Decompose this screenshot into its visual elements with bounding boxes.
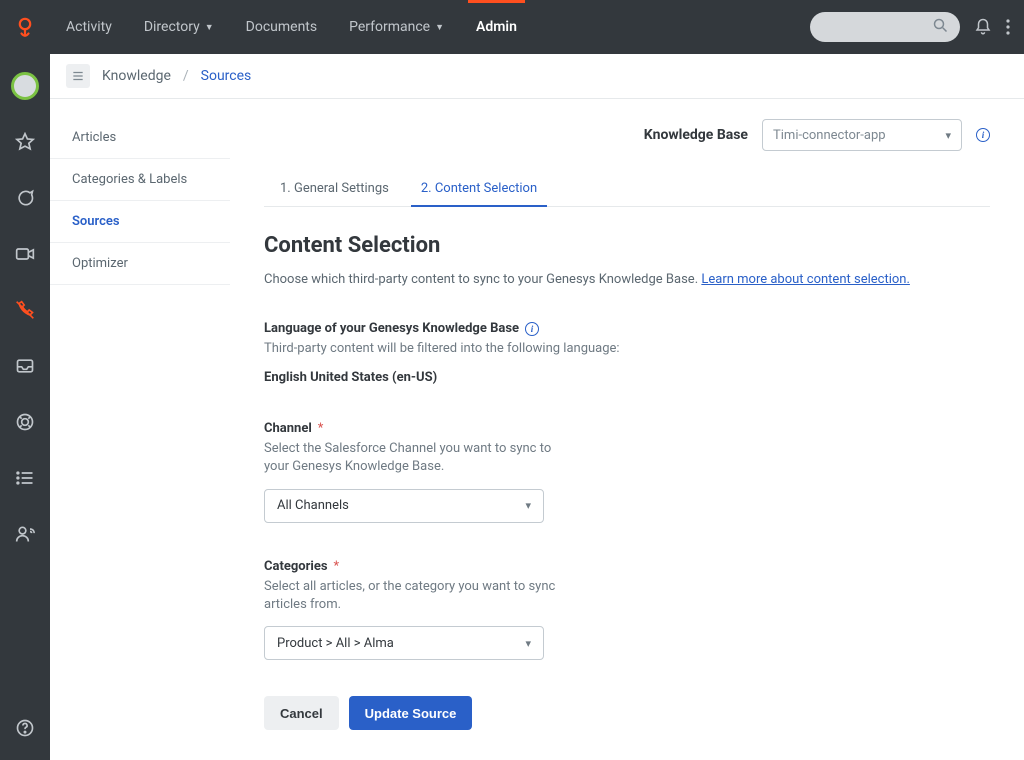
user-avatar[interactable]: [11, 72, 39, 100]
kb-selector-row: Knowledge Base Timi-connector-app ▾ i: [264, 119, 990, 151]
info-icon[interactable]: i: [525, 322, 539, 336]
info-icon[interactable]: i: [976, 128, 990, 142]
cancel-button[interactable]: Cancel: [264, 696, 339, 730]
update-source-button[interactable]: Update Source: [349, 696, 473, 730]
innernav-sources[interactable]: Sources: [50, 201, 230, 243]
topnav-label: Directory: [144, 19, 200, 35]
caret-down-icon: ▼: [205, 22, 214, 33]
rail-inbox-icon[interactable]: [15, 352, 35, 380]
page-description-text: Choose which third-party content to sync…: [264, 272, 701, 287]
page-title: Content Selection: [264, 233, 990, 258]
caret-down-icon: ▼: [435, 22, 444, 33]
subnav-toggle-icon[interactable]: [66, 64, 90, 88]
more-vertical-icon[interactable]: [1006, 19, 1010, 35]
global-search[interactable]: [810, 12, 960, 42]
topnav-label: Documents: [246, 19, 317, 35]
brand-logo-icon[interactable]: [0, 16, 50, 38]
action-buttons: Cancel Update Source: [264, 696, 990, 730]
categories-label: Categories: [264, 559, 328, 574]
categories-select[interactable]: Product > All > Alma ▾: [264, 626, 544, 660]
wizard-tabs: 1. General Settings 2. Content Selection: [264, 171, 990, 207]
topnav-label: Performance: [349, 19, 430, 35]
learn-more-link[interactable]: Learn more about content selection.: [701, 272, 910, 287]
language-help: Third-party content will be filtered int…: [264, 340, 764, 358]
topnav-label: Activity: [66, 19, 112, 35]
rail-lifebuoy-icon[interactable]: [15, 408, 35, 436]
topnav-activity[interactable]: Activity: [50, 0, 128, 54]
innernav-optimizer[interactable]: Optimizer: [50, 243, 230, 285]
topnav-performance[interactable]: Performance ▼: [333, 0, 460, 54]
tab-general-settings[interactable]: 1. General Settings: [278, 171, 391, 206]
channel-select-value: All Channels: [277, 498, 349, 513]
innernav-label: Sources: [72, 214, 120, 229]
kb-label: Knowledge Base: [644, 127, 748, 143]
breadcrumb-root[interactable]: Knowledge: [102, 68, 171, 84]
inner-nav: Articles Categories & Labels Sources Opt…: [50, 99, 230, 760]
chevron-down-icon: ▾: [525, 637, 531, 650]
innernav-label: Optimizer: [72, 256, 128, 271]
breadcrumb-separator: /: [183, 68, 189, 84]
search-icon: [933, 18, 948, 37]
innernav-label: Categories & Labels: [72, 172, 187, 187]
channel-help: Select the Salesforce Channel you want t…: [264, 440, 564, 476]
kb-select[interactable]: Timi-connector-app ▾: [762, 119, 962, 151]
topnav-directory[interactable]: Directory ▼: [128, 0, 230, 54]
tab-content-selection[interactable]: 2. Content Selection: [419, 171, 539, 206]
chevron-down-icon: ▾: [525, 499, 531, 512]
innernav-label: Articles: [72, 130, 116, 145]
topbar-right: [810, 12, 1024, 42]
tab-label: 1. General Settings: [280, 181, 389, 196]
innernav-categories-labels[interactable]: Categories & Labels: [50, 159, 230, 201]
topbar: Activity Directory ▼ Documents Performan…: [0, 0, 1024, 54]
tab-label: 2. Content Selection: [421, 181, 537, 196]
breadcrumb-bar: Knowledge / Sources: [50, 54, 1024, 99]
channel-label: Channel: [264, 421, 312, 436]
categories-field: Categories * Select all articles, or the…: [264, 559, 564, 660]
topnav: Activity Directory ▼ Documents Performan…: [50, 0, 533, 54]
side-rail: [0, 54, 50, 760]
required-marker: *: [318, 421, 324, 436]
topnav-label: Admin: [476, 19, 517, 35]
language-field: Language of your Genesys Knowledge Base …: [264, 321, 764, 385]
language-value: English United States (en-US): [264, 370, 764, 385]
innernav-articles[interactable]: Articles: [50, 117, 230, 159]
rail-video-icon[interactable]: [15, 240, 35, 268]
page-description: Choose which third-party content to sync…: [264, 272, 990, 287]
rail-favorites-icon[interactable]: [15, 128, 35, 156]
notifications-icon[interactable]: [974, 18, 992, 36]
channel-select[interactable]: All Channels ▾: [264, 489, 544, 523]
breadcrumb-current: Sources: [201, 68, 252, 84]
main-area: Knowledge / Sources Articles Categories …: [50, 54, 1024, 760]
topnav-admin[interactable]: Admin: [460, 0, 533, 54]
topnav-documents[interactable]: Documents: [230, 0, 333, 54]
rail-help-icon[interactable]: [15, 714, 35, 742]
categories-help: Select all articles, or the category you…: [264, 578, 564, 614]
rail-phone-icon[interactable]: [15, 296, 35, 324]
content-panel: Knowledge Base Timi-connector-app ▾ i 1.…: [230, 99, 1024, 760]
kb-select-value: Timi-connector-app: [773, 128, 886, 143]
rail-agent-icon[interactable]: [15, 520, 35, 548]
channel-field: Channel * Select the Salesforce Channel …: [264, 421, 564, 522]
rail-list-icon[interactable]: [15, 464, 35, 492]
categories-select-value: Product > All > Alma: [277, 636, 394, 651]
required-marker: *: [334, 559, 340, 574]
language-label: Language of your Genesys Knowledge Base: [264, 321, 519, 336]
rail-chat-icon[interactable]: [15, 184, 35, 212]
chevron-down-icon: ▾: [945, 129, 951, 142]
